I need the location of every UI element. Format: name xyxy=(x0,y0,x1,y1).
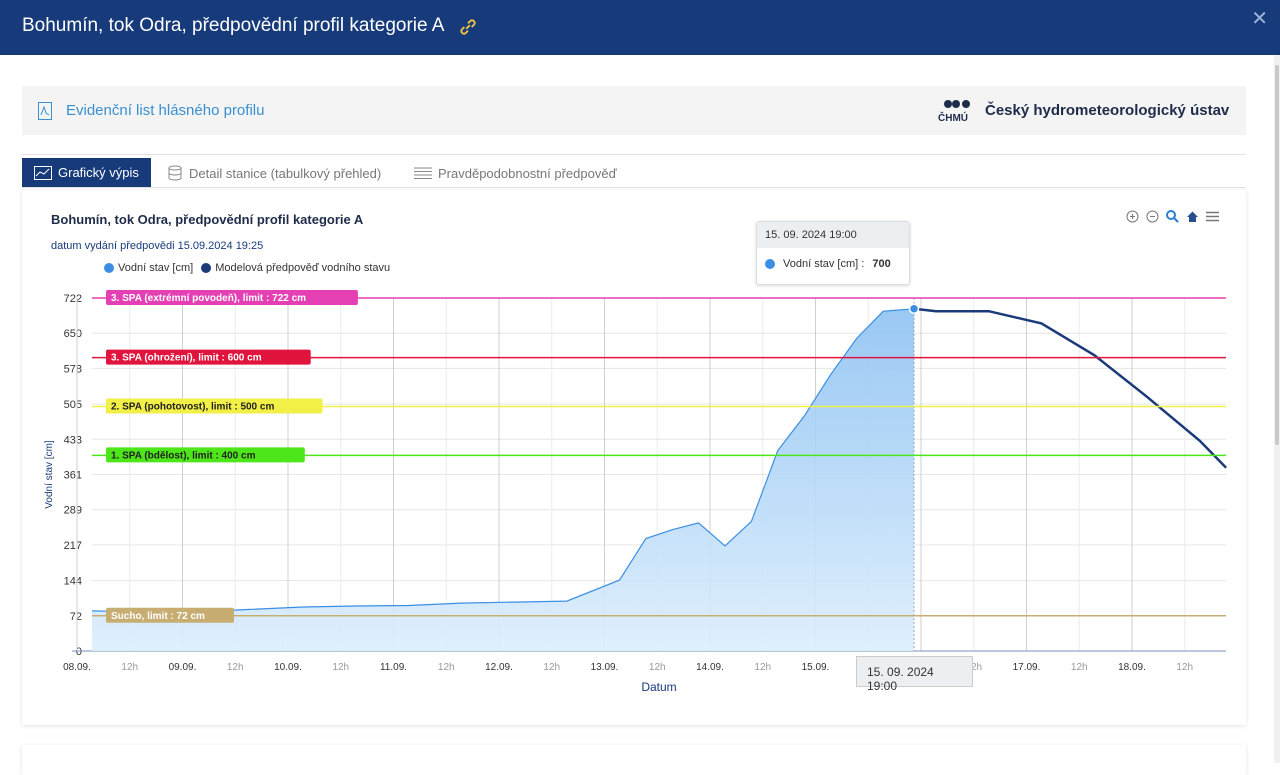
tab-probabilistic-label: Pravděpodobnostní předpověď xyxy=(438,165,617,181)
legend-label-forecast: Modelová předpověď vodního stavu xyxy=(215,262,391,274)
link-icon[interactable] xyxy=(457,16,479,38)
chmu-logo-text: ČHMÚ xyxy=(938,111,968,124)
chart-card: Bohumín, tok Odra, předpovědní profil ka… xyxy=(22,190,1246,725)
zoom-out-icon[interactable] xyxy=(1146,210,1159,223)
tab-probabilistic[interactable]: Pravděpodobnostní předpověď xyxy=(414,159,617,187)
modal-title: Bohumín, tok Odra, předpovědní profil ka… xyxy=(22,15,445,36)
station-info-bar: Evidenční list hlásného profilu ČHMÚ Čes… xyxy=(22,86,1246,135)
lower-card xyxy=(22,745,1246,775)
chart-legend: Vodní stav [cm] Modelová předpověď vodní… xyxy=(104,262,390,274)
legend-dot-observed xyxy=(104,263,114,273)
chart-tooltip: 15. 09. 2024 19:00 Vodní stav [cm] : 700 xyxy=(756,221,910,285)
tooltip-header: 15. 09. 2024 19:00 xyxy=(757,222,909,248)
search-zoom-icon[interactable] xyxy=(1166,210,1179,223)
tab-station-detail-label: Detail stanice (tabulkový přehled) xyxy=(189,165,382,181)
forecast-issued-date: datum vydání předpovědi 15.09.2024 19:25 xyxy=(51,240,264,252)
list-icon xyxy=(414,167,432,179)
tooltip-series-dot xyxy=(765,259,775,269)
home-icon[interactable] xyxy=(1186,210,1199,223)
database-icon xyxy=(168,165,182,181)
scrollbar[interactable] xyxy=(1274,55,1280,763)
crosshair-x-label: 15. 09. 2024 19:00 xyxy=(856,656,973,693)
zoom-in-icon[interactable] xyxy=(1126,210,1139,223)
legend-item-forecast[interactable]: Modelová předpověď vodního stavu xyxy=(201,262,390,274)
tab-station-detail[interactable]: Detail stanice (tabulkový přehled) xyxy=(167,159,381,187)
tooltip-body: Vodní stav [cm] : 700 xyxy=(757,248,909,280)
registration-sheet-link[interactable]: Evidenční list hlásného profilu xyxy=(66,102,264,119)
tooltip-label: Vodní stav [cm] : xyxy=(783,258,865,270)
pdf-icon xyxy=(38,102,52,120)
legend-dot-forecast xyxy=(201,263,212,273)
organization-name: Český hydrometeorologický ústav xyxy=(985,102,1230,119)
chart-toolbar xyxy=(1126,210,1219,223)
legend-label-observed: Vodní stav [cm] xyxy=(118,262,194,274)
chart-icon xyxy=(34,165,52,180)
scrollbar-thumb[interactable] xyxy=(1275,65,1279,445)
tab-graphic[interactable]: Grafický výpis xyxy=(22,158,151,187)
tooltip-value: 700 xyxy=(872,258,891,270)
tab-graphic-label: Grafický výpis xyxy=(58,165,139,180)
modal-header: Bohumín, tok Odra, předpovědní profil ka… xyxy=(0,0,1280,55)
menu-icon[interactable] xyxy=(1206,210,1219,223)
chart-title: Bohumín, tok Odra, předpovědní profil ka… xyxy=(51,212,364,227)
tab-bar: Grafický výpis Detail stanice (tabulkový… xyxy=(22,154,1246,188)
chmu-logo: ČHMÚ xyxy=(938,100,970,124)
legend-item-observed[interactable]: Vodní stav [cm] xyxy=(104,262,193,274)
close-icon[interactable]: ✕ xyxy=(1251,6,1268,31)
